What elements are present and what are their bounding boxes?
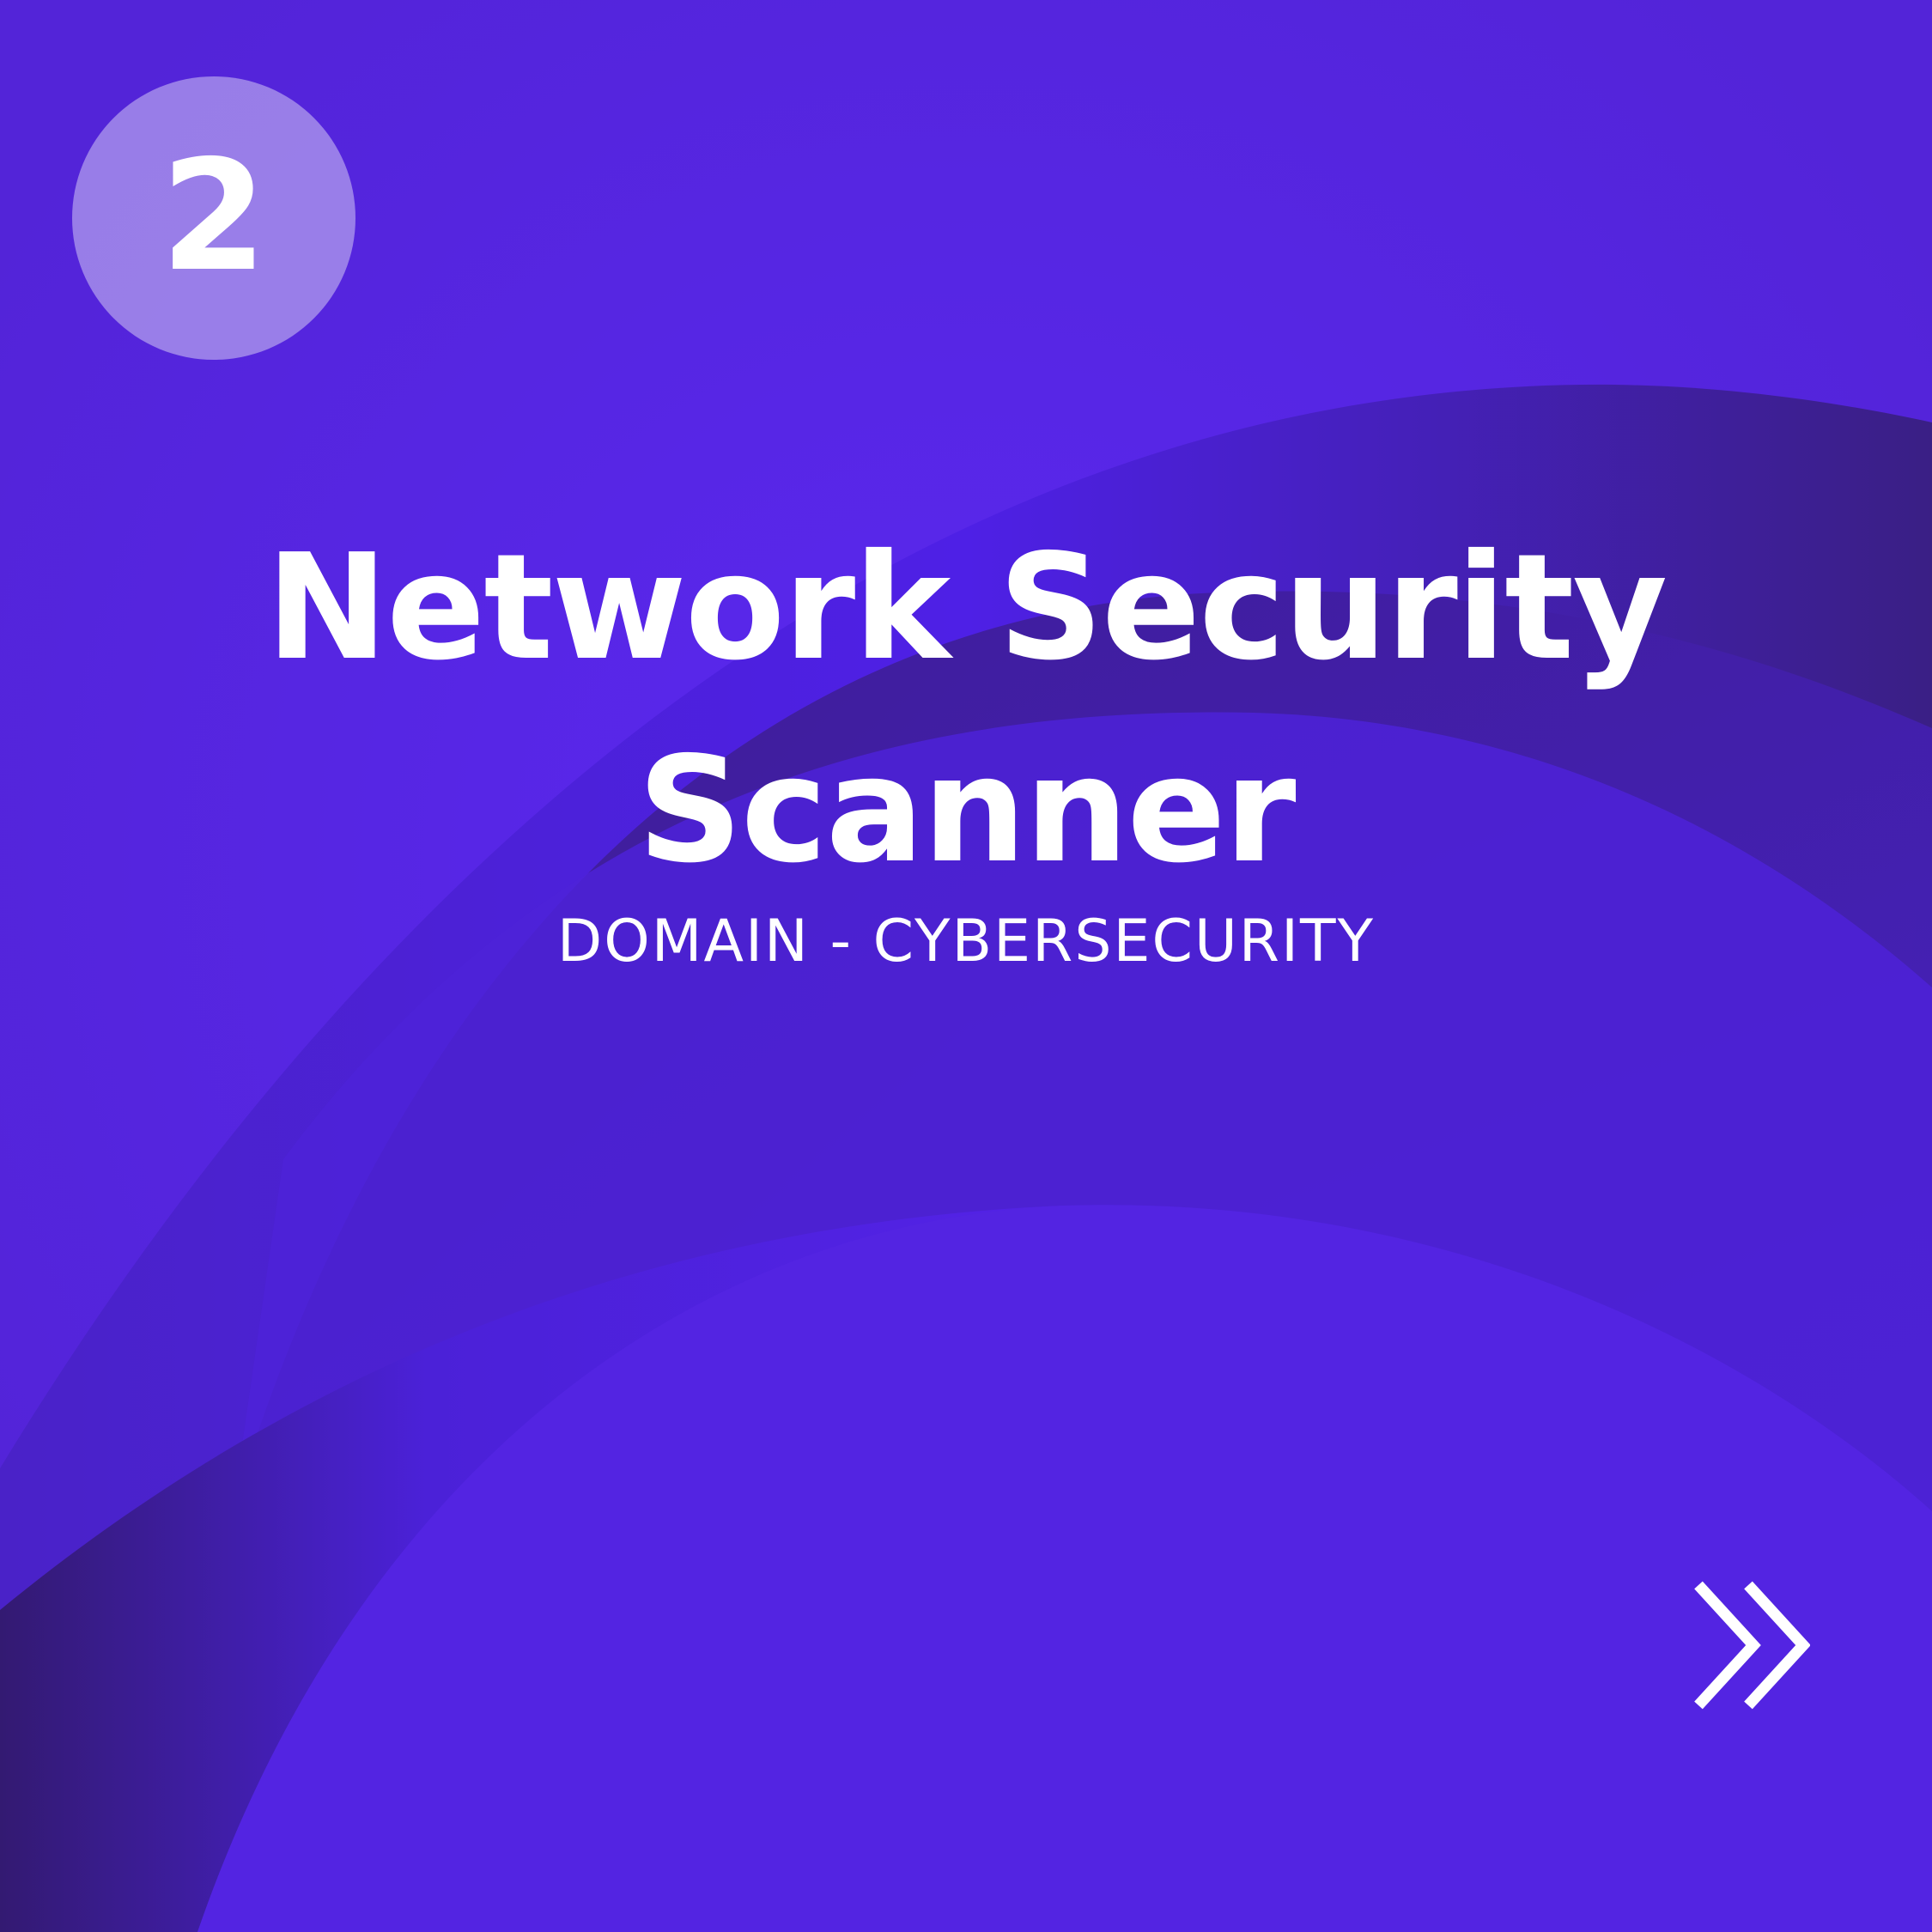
page-title: Network Security Scanner <box>265 523 1668 896</box>
page-subtitle: DOMAIN - CYBERSECURITY <box>556 908 1376 975</box>
slide-number-badge: 2 <box>72 76 355 360</box>
slide-number: 2 <box>161 127 267 305</box>
double-chevron-right-icon[interactable] <box>1690 1580 1810 1710</box>
slide: 2 Network Security Scanner DOMAIN - CYBE… <box>0 0 1932 1932</box>
